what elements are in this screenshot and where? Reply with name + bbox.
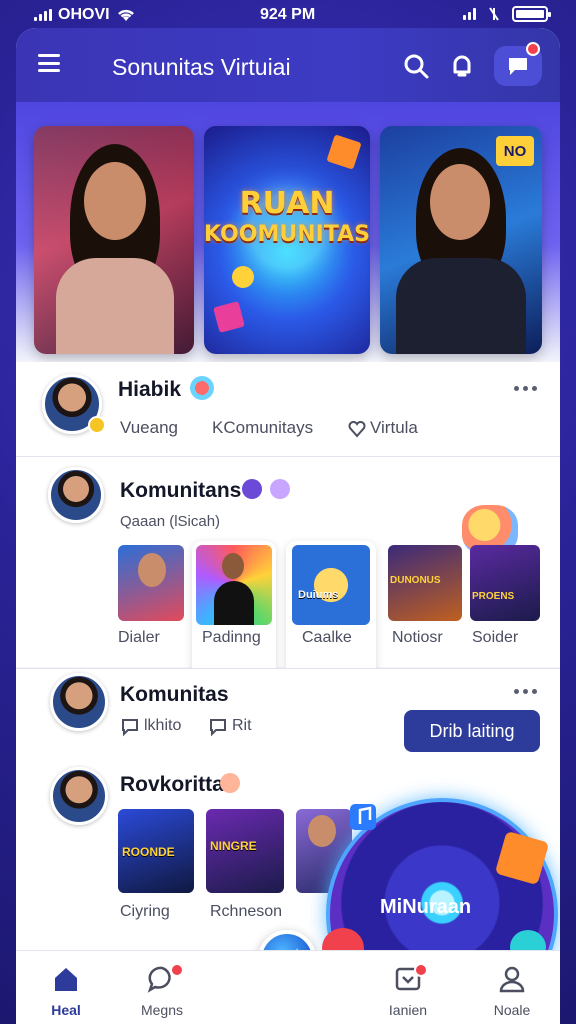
post-card: Komunitans Qaaan (lSicah) Dialer Padinng… — [16, 457, 560, 687]
signal-icon — [34, 9, 52, 21]
chat-bubble-icon — [509, 58, 527, 75]
banner-title-line-2: KOOMUNITAS — [204, 222, 370, 247]
thumbnail-card[interactable]: Duiums Caalke — [286, 541, 376, 687]
coin-icon — [232, 266, 254, 288]
more-options-icon[interactable] — [514, 689, 537, 694]
cube-icon — [326, 134, 362, 170]
emoji-icon — [220, 773, 240, 793]
app-title: Sonunitas Virtuiai — [112, 54, 291, 80]
post-subtitle: Qaaan (lSicah) — [120, 513, 221, 530]
group-icon — [242, 479, 262, 499]
post-meta-item[interactable]: lkhito — [144, 717, 181, 735]
post-meta-item[interactable]: Rit — [232, 717, 252, 735]
post-author[interactable]: Komunitans — [120, 479, 241, 503]
banner-card-center[interactable]: RUAN KOOMUNITAS — [204, 126, 370, 354]
carrier-name: OHOVI — [58, 6, 110, 23]
post-author[interactable]: Komunitas — [120, 683, 229, 707]
thumbnail-label: Caalke — [302, 629, 352, 646]
join-button[interactable]: Drib laiting — [404, 710, 540, 752]
data-icon — [489, 7, 499, 21]
clock: 924 PM — [260, 6, 316, 23]
chat-bubble-outline-icon[interactable] — [208, 717, 228, 737]
nav-messages[interactable]: Megns — [122, 963, 202, 1018]
thumbnail[interactable]: DUNONUS — [388, 545, 462, 621]
heart-icon — [190, 376, 214, 400]
post-card: Hiabik Vueang KComunitays Virtula — [16, 362, 560, 456]
battery-icon — [512, 6, 551, 22]
app-window: Sonunitas Virtuiai RUAN KOOMUNITAS NO Hi… — [16, 28, 560, 1024]
post-author[interactable]: Hiabik — [118, 378, 181, 402]
thumbnail-label: Padinng — [202, 629, 261, 646]
nav-label: Ianien — [388, 1002, 428, 1018]
chat-bubble-button[interactable] — [494, 42, 542, 86]
nav-label: Megns — [140, 1002, 184, 1018]
thumbnail-caption: NINGRE — [210, 839, 257, 853]
banner-card-right[interactable]: NO — [380, 126, 542, 354]
home-icon — [55, 968, 77, 991]
post-meta-item[interactable]: Vueang — [120, 418, 178, 438]
banner-badge: NO — [496, 136, 534, 166]
message-badge — [170, 963, 184, 977]
bell-icon[interactable] — [448, 52, 476, 80]
message-badge — [526, 42, 540, 56]
hamburger-menu-icon[interactable] — [38, 54, 60, 72]
avatar[interactable] — [50, 673, 108, 731]
bottom-navigation: Heal Megns Ianien Noale — [16, 950, 560, 1024]
avatar[interactable] — [50, 767, 108, 825]
music-note-icon — [350, 804, 376, 830]
portrait-body — [396, 258, 526, 354]
heart-outline-icon[interactable] — [348, 420, 366, 438]
thumbnail[interactable]: ROONDE — [118, 809, 194, 893]
post-author[interactable]: Rovkoritta — [120, 773, 224, 797]
verified-icon — [88, 416, 106, 434]
status-bar: OHOVI 924 PM — [0, 0, 576, 30]
thumbnail[interactable]: NINGRE — [206, 809, 284, 893]
avatar[interactable] — [48, 467, 104, 523]
nav-profile[interactable]: Noale — [472, 965, 552, 1018]
thumbnail-label: Rchneson — [210, 903, 283, 920]
portrait-body — [56, 258, 174, 354]
portrait-face — [430, 164, 490, 240]
nav-home[interactable]: Heal — [26, 965, 106, 1018]
thumbnail-caption: Duiums — [298, 589, 339, 601]
banner-title-line-1: RUAN — [239, 186, 335, 221]
nav-inbox[interactable]: Ianien — [368, 963, 448, 1018]
thumbnail-label: Soider — [472, 629, 519, 646]
thumbnail[interactable] — [118, 545, 184, 621]
nav-label: Heal — [51, 1002, 81, 1018]
search-icon[interactable] — [402, 52, 430, 80]
wifi-icon — [117, 9, 134, 21]
more-options-icon[interactable] — [514, 386, 537, 391]
thumbnail-caption: ROONDE — [122, 845, 175, 859]
nav-label: Noale — [493, 1002, 531, 1018]
thumbnail[interactable]: PROENS — [470, 545, 540, 621]
post-meta-item[interactable]: KComunitays — [212, 418, 313, 438]
comment-icon[interactable] — [120, 717, 140, 737]
signal-strength-icon — [463, 8, 476, 20]
portrait-face — [84, 162, 146, 240]
heart-icon — [270, 479, 290, 499]
app-header: Sonunitas Virtuiai — [16, 28, 560, 102]
thumbnail-caption: DUNONUS — [390, 575, 441, 586]
inbox-badge — [414, 963, 428, 977]
thumbnail-label: Dialer — [118, 629, 160, 646]
thumbnail-caption: PROENS — [472, 591, 515, 602]
profile-icon — [499, 966, 525, 993]
post-meta-item[interactable]: Virtula — [370, 418, 418, 438]
thumbnail-card[interactable]: Padinng — [192, 541, 276, 687]
thumbnail-label: Notiosr — [392, 629, 443, 646]
music-label: MiNuraan — [380, 896, 472, 918]
thumbnail-label: Ciyring — [120, 903, 170, 920]
music-note-icon — [213, 301, 245, 333]
banner-card-left[interactable] — [34, 126, 194, 354]
